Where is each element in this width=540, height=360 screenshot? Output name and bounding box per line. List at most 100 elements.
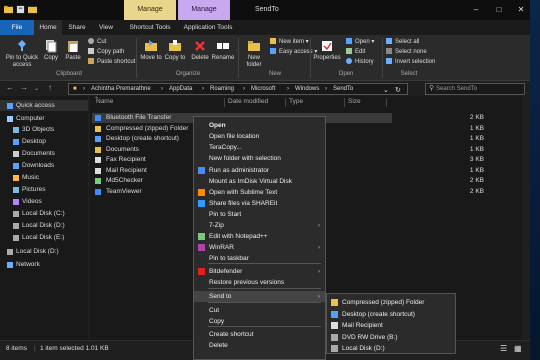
column-date-modified[interactable]: Date modified [228, 98, 268, 105]
select-none-button[interactable]: Select none [386, 48, 427, 55]
close-icon[interactable]: ✕ [515, 4, 527, 16]
breadcrumb-item[interactable]: SendTo [333, 86, 353, 92]
sidebar-item[interactable]: Quick access [0, 100, 88, 111]
submenu-item[interactable]: Compressed (zipped) Folder [327, 297, 455, 308]
new-item-button[interactable]: New item ▾ [270, 38, 309, 45]
search-input[interactable]: ⚲ Search SendTo [425, 83, 525, 95]
menu-item[interactable]: Restore previous versions [194, 277, 325, 288]
menu-item[interactable]: Open [194, 120, 325, 131]
breadcrumb-item[interactable]: AppData [169, 86, 192, 92]
sidebar-item[interactable]: Music [0, 172, 88, 183]
menu-item[interactable]: WinRAR › [194, 242, 325, 253]
sidebar-item[interactable]: 3D Objects [0, 124, 88, 135]
back-icon[interactable]: ← [6, 83, 14, 92]
menu-item[interactable]: Mount as ImDisk Virtual Disk [194, 176, 325, 187]
pin-quick-access-button[interactable]: Pin to Quick access [4, 39, 40, 69]
menu-item[interactable]: Share files via SHAREit [194, 198, 325, 209]
menu-item[interactable]: 7-Zip › [194, 220, 325, 231]
address-bar[interactable]: ■ › Achintha Premarathne › AppData › Roa… [68, 83, 408, 95]
file-size: 1 KB [469, 135, 484, 142]
column-type[interactable]: Type [289, 98, 303, 105]
menu-item[interactable]: Open with Sublime Text [194, 187, 325, 198]
copy-to-button[interactable]: Copy to [164, 39, 186, 62]
delete-button[interactable]: Delete [190, 39, 210, 62]
file-icon [95, 125, 101, 132]
file-size: 1 KB [469, 166, 484, 174]
recent-dropdown-icon[interactable]: ⌄ [34, 85, 39, 92]
menu-item[interactable]: Cut [194, 305, 325, 316]
breadcrumb-item[interactable]: Microsoft [251, 86, 275, 92]
tab-file[interactable]: File [0, 20, 34, 35]
menu-item[interactable]: Edit with Notepad++ [194, 231, 325, 242]
large-icons-view-icon[interactable]: ▦ [514, 344, 522, 353]
submenu-item[interactable]: Local Disk (D:) [327, 343, 455, 354]
menu-item[interactable]: Delete [194, 340, 325, 351]
chevron-down-icon[interactable]: ⌄ [383, 86, 389, 94]
edit-button[interactable]: Edit [346, 48, 365, 55]
scissors-icon [88, 38, 94, 44]
paste-shortcut-button[interactable]: Paste shortcut [88, 58, 135, 65]
select-all-button[interactable]: Select all [386, 38, 419, 45]
tab-view[interactable]: View [92, 20, 120, 35]
minimize-icon[interactable]: – [470, 4, 482, 16]
tab-share[interactable]: Share [62, 20, 92, 35]
sidebar-item[interactable]: Local Disk (D:) [0, 246, 88, 257]
chevron-right-icon: › [317, 293, 320, 300]
sidebar-item[interactable]: Local Disk (E:) [0, 232, 88, 243]
paste-button[interactable]: Paste [63, 39, 83, 62]
forward-icon[interactable]: → [20, 83, 28, 92]
file-name: Bluetooth File Transfer [106, 114, 172, 121]
menu-item[interactable]: Create shortcut [194, 329, 325, 340]
menu-item[interactable]: Run as administrator [194, 165, 325, 176]
menu-item[interactable]: Pin to Start [194, 209, 325, 220]
sidebar-item[interactable]: Pictures [0, 184, 88, 195]
history-button[interactable]: History [346, 58, 374, 65]
sidebar-item[interactable]: Videos [0, 196, 88, 207]
maximize-icon[interactable]: □ [493, 4, 505, 16]
breadcrumb-item[interactable]: Roaming [210, 86, 234, 92]
column-name[interactable]: Name [96, 98, 113, 105]
sidebar-item[interactable]: Downloads [0, 160, 88, 171]
refresh-icon[interactable]: ↻ [395, 86, 401, 94]
move-to-button[interactable]: Move to [140, 39, 162, 62]
properties-button[interactable]: Properties [312, 39, 342, 62]
copy-path-button[interactable]: Copy path [88, 48, 124, 55]
new-folder-label: New folder [246, 55, 262, 68]
tab-shortcut-tools[interactable]: Shortcut Tools [124, 20, 176, 35]
submenu-item[interactable]: Mail Recipient [327, 320, 455, 331]
menu-item[interactable]: New folder with selection [194, 153, 325, 164]
cut-button[interactable]: Cut [88, 38, 106, 45]
up-icon[interactable]: ↑ [48, 83, 52, 92]
breadcrumb-item[interactable]: Windows [295, 86, 319, 92]
rename-button[interactable]: Rename [211, 39, 235, 62]
sidebar-item[interactable]: Desktop [0, 136, 88, 147]
new-folder-icon[interactable] [28, 5, 37, 14]
new-item-label: New item [279, 39, 305, 45]
submenu-item[interactable]: Desktop (create shortcut) [327, 309, 455, 320]
manage-application-tab[interactable]: Manage [178, 0, 230, 20]
sidebar-item[interactable]: Computer [0, 113, 88, 124]
copy-button[interactable]: Copy [42, 39, 60, 62]
invert-selection-button[interactable]: Invert selection [386, 58, 435, 65]
invert-selection-label: Invert selection [395, 59, 436, 65]
sidebar-item[interactable]: Documents [0, 148, 88, 159]
menu-item[interactable]: Open file location [194, 131, 325, 142]
sidebar-item[interactable]: Local Disk (D:) [0, 220, 88, 231]
properties-icon[interactable] [16, 5, 25, 14]
tab-home[interactable]: Home [34, 20, 62, 35]
menu-item[interactable]: Bitdefender › [194, 266, 325, 277]
menu-item[interactable]: TeraCopy... [194, 142, 325, 153]
vertical-scrollbar[interactable] [522, 96, 530, 340]
column-size[interactable]: Size [348, 98, 361, 105]
submenu-item[interactable]: DVD RW Drive (B:) [327, 332, 455, 343]
details-view-icon[interactable]: ☰ [500, 344, 507, 353]
breadcrumb-item[interactable]: Achintha Premarathne [91, 86, 151, 92]
open-button[interactable]: Open ▾ [346, 38, 374, 45]
menu-item[interactable]: Send to › [194, 291, 325, 302]
manage-shortcut-tab[interactable]: Manage [124, 0, 176, 20]
tab-application-tools[interactable]: Application Tools [178, 20, 238, 35]
folder-icon [4, 5, 13, 14]
sidebar-item[interactable]: Local Disk (C:) [0, 208, 88, 219]
new-folder-button[interactable]: New folder [242, 39, 266, 69]
sidebar-item[interactable]: Network [0, 259, 88, 270]
